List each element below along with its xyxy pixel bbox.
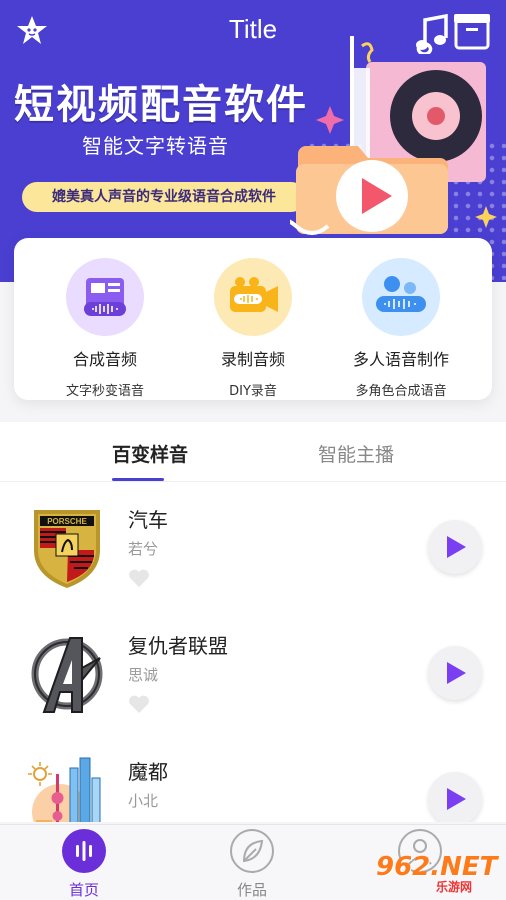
voice-name: 魔都 [128, 760, 168, 784]
svg-text:PORSCHE: PORSCHE [47, 517, 87, 526]
play-button[interactable] [428, 646, 482, 700]
play-button[interactable] [428, 772, 482, 822]
watermark-sub: 乐游网 [436, 880, 473, 894]
play-icon [447, 662, 466, 684]
feature-multi-voice[interactable]: 多人语音制作 多角色合成语音 [326, 258, 476, 399]
feature-card: 合成音频 文字秒变语音 录制音频 DIY录音 多人语音制作 多角色合成语音 [14, 238, 492, 400]
home-waveform-icon [62, 829, 106, 873]
feature-synthesize-audio[interactable]: 合成音频 文字秒变语音 [30, 258, 180, 399]
banner-subline: 智能文字转语音 [82, 134, 229, 158]
nav-label: 作品 [236, 881, 267, 899]
feature-desc: 多角色合成语音 [355, 384, 447, 399]
voice-name: 复仇者联盟 [128, 634, 228, 658]
voice-author: 思诚 [128, 666, 159, 684]
nav-label: 首页 [68, 881, 99, 899]
site-watermark: 962.NET 乐游网 [364, 848, 500, 896]
nav-works[interactable]: 作品 [212, 829, 292, 900]
voice-author: 若兮 [128, 540, 159, 558]
banner-illustration [258, 36, 506, 266]
feature-desc: 文字秒变语音 [65, 384, 144, 399]
banner-headline: 短视频配音软件 [14, 82, 308, 128]
shanghai-skyline [26, 754, 108, 822]
tab-voice-samples[interactable]: 百变样音 [112, 440, 188, 467]
porsche-logo: PORSCHE [26, 502, 108, 590]
tab-bar: 百变样音 智能主播 [0, 422, 506, 482]
play-button[interactable] [428, 520, 482, 574]
voice-name: 汽车 [128, 508, 168, 532]
tab-smart-anchor[interactable]: 智能主播 [318, 440, 394, 467]
voice-list: PORSCHE 汽车 若兮 复仇者联盟 思诚 魔都 小北 [0, 482, 506, 822]
multi-voice-icon [362, 258, 440, 336]
avengers-logo [26, 628, 108, 716]
synth-device-icon [66, 258, 144, 336]
list-item[interactable]: 复仇者联盟 思诚 [0, 608, 506, 734]
nav-home[interactable]: 首页 [44, 829, 124, 900]
feature-label: 录制音频 [220, 350, 285, 369]
feature-label: 合成音频 [72, 350, 137, 369]
leaf-icon [230, 829, 274, 873]
heart-icon[interactable] [128, 568, 150, 588]
feature-record-audio[interactable]: 录制音频 DIY录音 [178, 258, 328, 399]
video-camera-icon [214, 258, 292, 336]
list-item[interactable]: 魔都 小北 [0, 734, 506, 822]
feature-desc: DIY录音 [229, 384, 277, 399]
tab-active-indicator [112, 478, 164, 481]
play-icon [447, 788, 466, 810]
feature-label: 多人语音制作 [352, 350, 449, 369]
play-icon [447, 536, 466, 558]
heart-icon[interactable] [128, 694, 150, 714]
list-item[interactable]: PORSCHE 汽车 若兮 [0, 482, 506, 608]
banner-pill: 媲美真人声音的专业级语音合成软件 [22, 182, 306, 212]
voice-author: 小北 [128, 792, 159, 810]
